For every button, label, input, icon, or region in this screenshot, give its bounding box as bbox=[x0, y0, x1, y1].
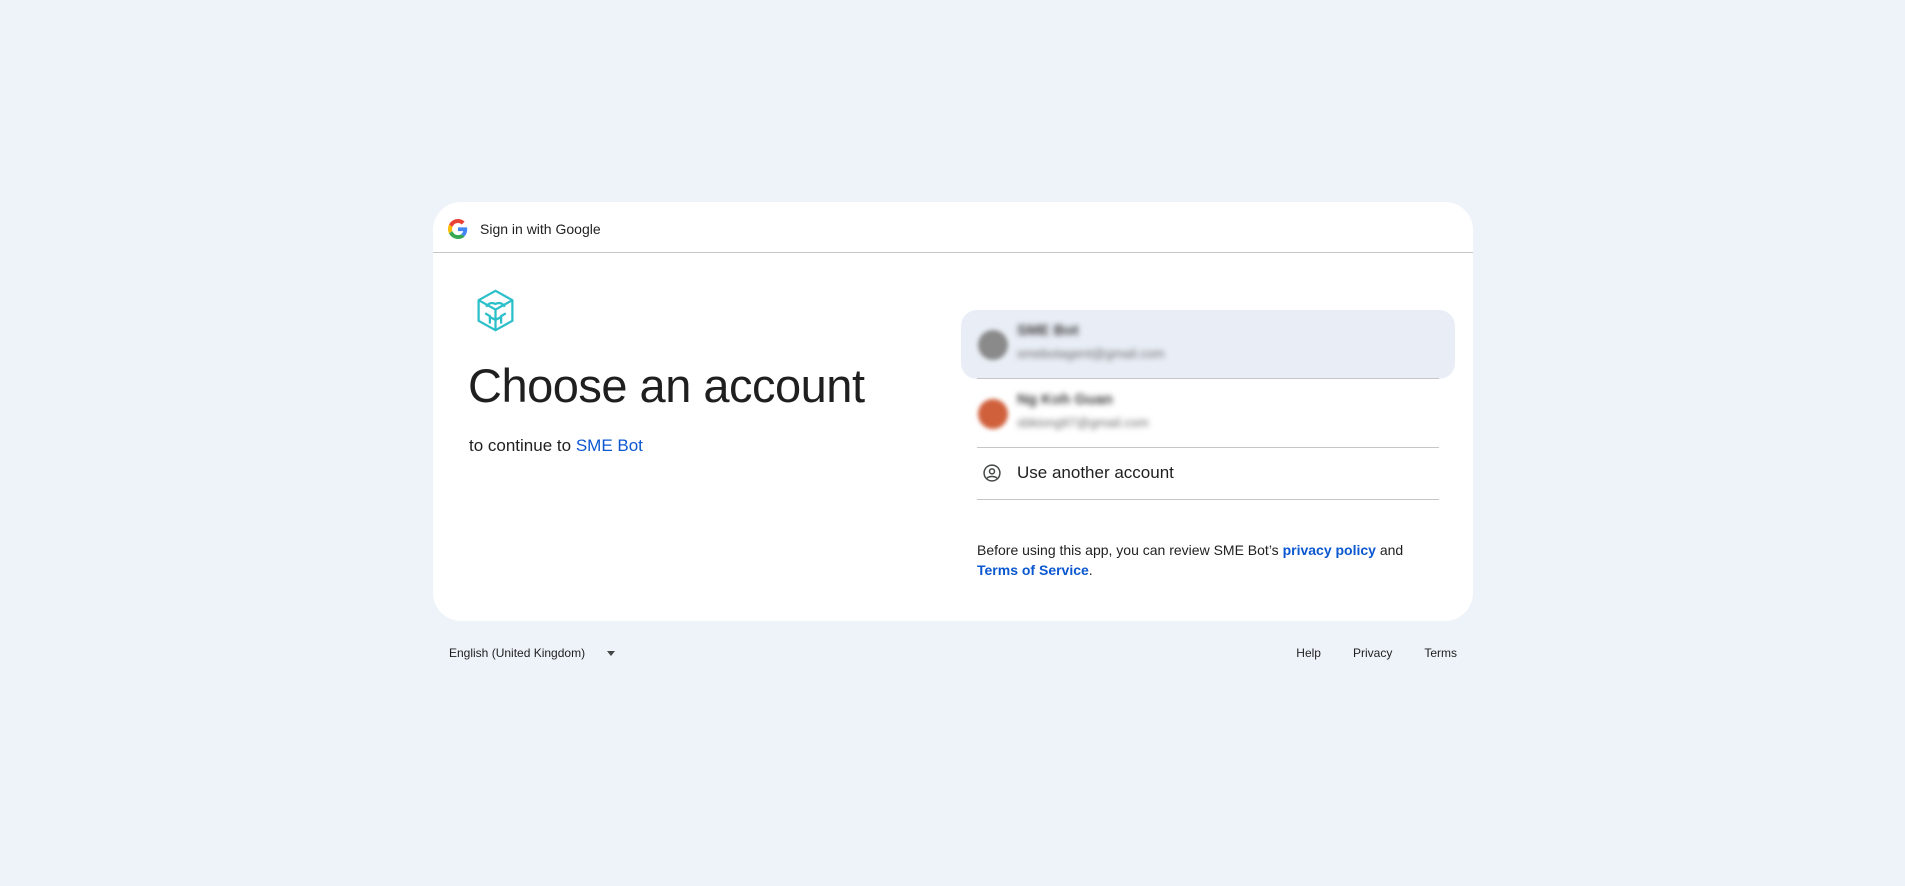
footer-link-terms[interactable]: Terms bbox=[1424, 646, 1457, 660]
account-name: SME Bot bbox=[1017, 322, 1079, 339]
card-header: Sign in with Google bbox=[433, 202, 1473, 253]
account-list: SME Bot smebotagent@gmail.com Ng Koh Gua… bbox=[961, 310, 1455, 500]
google-logo-icon bbox=[448, 219, 468, 239]
language-label: English (United Kingdom) bbox=[449, 646, 586, 660]
language-select[interactable]: English (United Kingdom) bbox=[449, 646, 616, 660]
avatar bbox=[978, 330, 1008, 360]
subtitle-prefix: to continue to bbox=[469, 436, 572, 455]
account-email: smebotagent@gmail.com bbox=[1017, 346, 1165, 361]
app-name-link[interactable]: SME Bot bbox=[576, 436, 643, 455]
divider bbox=[977, 499, 1439, 500]
use-another-label: Use another account bbox=[1017, 463, 1174, 482]
page-title: Choose an account bbox=[468, 359, 865, 412]
privacy-policy-link[interactable]: privacy policy bbox=[1283, 542, 1376, 558]
terms-of-service-link[interactable]: Terms of Service bbox=[977, 562, 1089, 578]
footer-link-privacy[interactable]: Privacy bbox=[1353, 646, 1392, 660]
sign-in-card: Sign in with Google Choose an account to… bbox=[433, 202, 1473, 621]
account-circle-icon bbox=[983, 464, 1001, 482]
account-email: sbkiong97@gmail.com bbox=[1017, 415, 1149, 430]
disclaimer-suffix: . bbox=[1088, 562, 1093, 578]
footer-links: Help Privacy Terms bbox=[1296, 646, 1457, 660]
footer: English (United Kingdom) Help Privacy Te… bbox=[433, 640, 1473, 670]
use-another-account-button[interactable]: Use another account bbox=[961, 448, 1455, 500]
account-item[interactable]: Ng Koh Guan sbkiong97@gmail.com bbox=[961, 379, 1455, 448]
sme-bot-logo-icon bbox=[477, 289, 514, 332]
disclaimer-middle: and bbox=[1379, 542, 1404, 558]
disclaimer-prefix: Before using this app, you can review SM… bbox=[977, 542, 1279, 558]
account-name: Ng Koh Guan bbox=[1017, 391, 1113, 408]
header-title: Sign in with Google bbox=[480, 221, 601, 237]
disclaimer-text: Before using this app, you can review SM… bbox=[977, 540, 1437, 580]
footer-link-help[interactable]: Help bbox=[1296, 646, 1321, 660]
avatar bbox=[978, 399, 1008, 429]
continue-subtitle: to continue to SME Bot bbox=[469, 434, 643, 458]
chevron-down-icon bbox=[607, 650, 616, 656]
account-item[interactable]: SME Bot smebotagent@gmail.com bbox=[961, 310, 1455, 379]
